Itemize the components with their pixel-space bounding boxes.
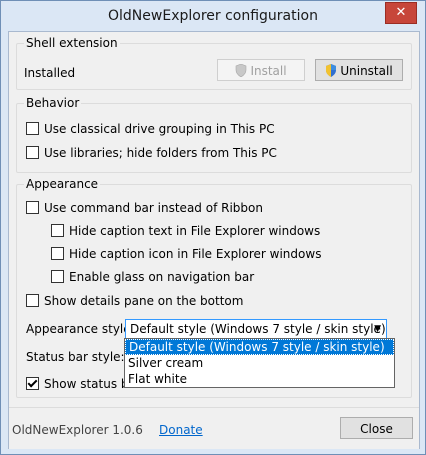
- checkbox-hide-caption-icon[interactable]: Hide caption icon in File Explorer windo…: [51, 246, 321, 262]
- checkbox-box[interactable]: [26, 146, 39, 159]
- checkbox-label: Show details pane on the bottom: [44, 294, 244, 308]
- appearance-style-dropdown: Default style (Windows 7 style / skin st…: [124, 338, 395, 388]
- uac-shield-icon: [326, 64, 337, 77]
- status-bar-style-label: Status bar style:: [26, 350, 125, 364]
- install-button[interactable]: Install: [217, 59, 305, 81]
- uninstall-button[interactable]: Uninstall: [315, 59, 403, 81]
- checkbox-label: Use libraries; hide folders from This PC: [44, 146, 277, 160]
- install-label: Install: [250, 64, 287, 78]
- dialog-footer: OldNewExplorer 1.0.6 Donate Close: [9, 407, 419, 449]
- checkbox-glass-navigation[interactable]: Enable glass on navigation bar: [51, 269, 254, 285]
- checkbox-box[interactable]: [51, 224, 64, 237]
- checkbox-label: Enable glass on navigation bar: [69, 270, 255, 284]
- checkbox-label: Hide caption text in File Explorer windo…: [69, 224, 321, 238]
- dropdown-option[interactable]: Flat white: [125, 371, 394, 387]
- behavior-legend: Behavior: [24, 96, 82, 110]
- checkbox-label: Use classical drive grouping in This PC: [44, 122, 275, 136]
- shell-status-text: Installed: [24, 66, 76, 80]
- appearance-legend: Appearance: [24, 177, 101, 191]
- checkbox-box[interactable]: [26, 122, 39, 135]
- dropdown-option[interactable]: Default style (Windows 7 style / skin st…: [125, 339, 394, 355]
- checkbox-drive-grouping[interactable]: Use classical drive grouping in This PC: [26, 121, 275, 137]
- appearance-style-select[interactable]: Default style (Windows 7 style / skin st…: [125, 319, 387, 339]
- chevron-down-icon: ▼: [374, 324, 381, 334]
- dialog-body: Shell extension Installed Install Uninst…: [8, 31, 420, 449]
- close-button[interactable]: Close: [340, 417, 413, 439]
- donate-link[interactable]: Donate: [159, 423, 203, 437]
- checkbox-box[interactable]: [26, 377, 39, 390]
- appearance-style-value: Default style (Windows 7 style / skin st…: [130, 322, 386, 336]
- shell-extension-legend: Shell extension: [24, 36, 120, 50]
- checkbox-label: Hide caption icon in File Explorer windo…: [69, 247, 322, 261]
- uninstall-label: Uninstall: [340, 64, 393, 78]
- checkbox-box[interactable]: [51, 270, 64, 283]
- checkbox-label: Use command bar instead of Ribbon: [44, 201, 263, 215]
- uac-shield-icon: [236, 64, 247, 77]
- checkbox-hide-caption-text[interactable]: Hide caption text in File Explorer windo…: [51, 223, 320, 239]
- checkbox-box[interactable]: [51, 247, 64, 260]
- shell-extension-group: Shell extension Installed Install Uninst…: [16, 36, 412, 90]
- behavior-group: Behavior Use classical drive grouping in…: [16, 96, 412, 173]
- checkbox-box[interactable]: [26, 201, 39, 214]
- version-text: OldNewExplorer 1.0.6: [12, 423, 143, 437]
- config-window: OldNewExplorer configuration ✕ Shell ext…: [0, 0, 426, 455]
- title-bar: OldNewExplorer configuration ✕: [1, 1, 425, 31]
- appearance-style-label: Appearance style:: [26, 322, 135, 336]
- dropdown-option[interactable]: Silver cream: [125, 355, 394, 371]
- checkbox-box[interactable]: [26, 294, 39, 307]
- checkbox-details-pane[interactable]: Show details pane on the bottom: [26, 293, 243, 309]
- window-title: OldNewExplorer configuration: [108, 8, 318, 24]
- window-close-button[interactable]: ✕: [385, 2, 417, 24]
- checkbox-command-bar[interactable]: Use command bar instead of Ribbon: [26, 200, 263, 216]
- checkbox-use-libraries[interactable]: Use libraries; hide folders from This PC: [26, 145, 277, 161]
